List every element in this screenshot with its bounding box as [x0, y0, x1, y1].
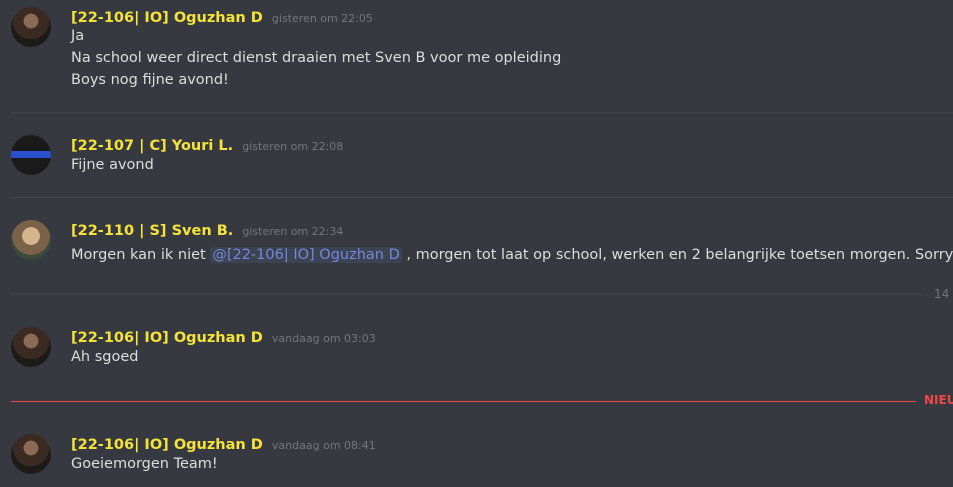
author-name[interactable]: [22-110 | S] Sven B.	[71, 223, 233, 239]
avatar[interactable]	[11, 135, 51, 175]
message-text: Goeiemorgen Team!	[71, 456, 218, 472]
message-divider	[11, 112, 953, 113]
author-name[interactable]: [22-107 | C] Youri L.	[71, 138, 233, 154]
timestamp: vandaag om 08:41	[271, 439, 376, 452]
new-messages-divider	[11, 401, 916, 402]
avatar[interactable]	[11, 434, 51, 474]
author-name[interactable]: [22-106| IO] Oguzhan D	[71, 330, 263, 346]
message-text: Boys nog fijne avond!	[71, 72, 229, 88]
user-mention[interactable]: @[22-106| IO] Oguzhan D	[210, 247, 402, 263]
author-name[interactable]: [22-106| IO] Oguzhan D	[71, 437, 263, 453]
message-text: Na school weer direct dienst draaien met…	[71, 50, 562, 66]
date-divider	[11, 294, 923, 295]
message-text: Ah sgoed	[71, 349, 139, 365]
avatar[interactable]	[11, 220, 51, 260]
timestamp: gisteren om 22:08	[242, 140, 344, 153]
avatar[interactable]	[11, 327, 51, 367]
message-text: Fijne avond	[71, 157, 154, 173]
timestamp: vandaag om 03:03	[271, 332, 376, 345]
message-text: Morgen kan ik niet @[22-106| IO] Oguzhan…	[71, 242, 953, 264]
avatar[interactable]	[11, 7, 51, 47]
date-divider-label: 14 r	[934, 287, 953, 301]
timestamp: gisteren om 22:05	[271, 12, 373, 25]
message-divider	[11, 197, 953, 198]
new-messages-label: NIEU	[924, 393, 953, 407]
message-text-part: Morgen kan ik niet	[71, 247, 211, 263]
author-name[interactable]: [22-106| IO] Oguzhan D	[71, 10, 263, 26]
message-text-part: , morgen tot laat op school, werken en 2…	[401, 247, 953, 263]
timestamp: gisteren om 22:34	[242, 225, 344, 238]
message-text: Ja	[71, 28, 85, 44]
